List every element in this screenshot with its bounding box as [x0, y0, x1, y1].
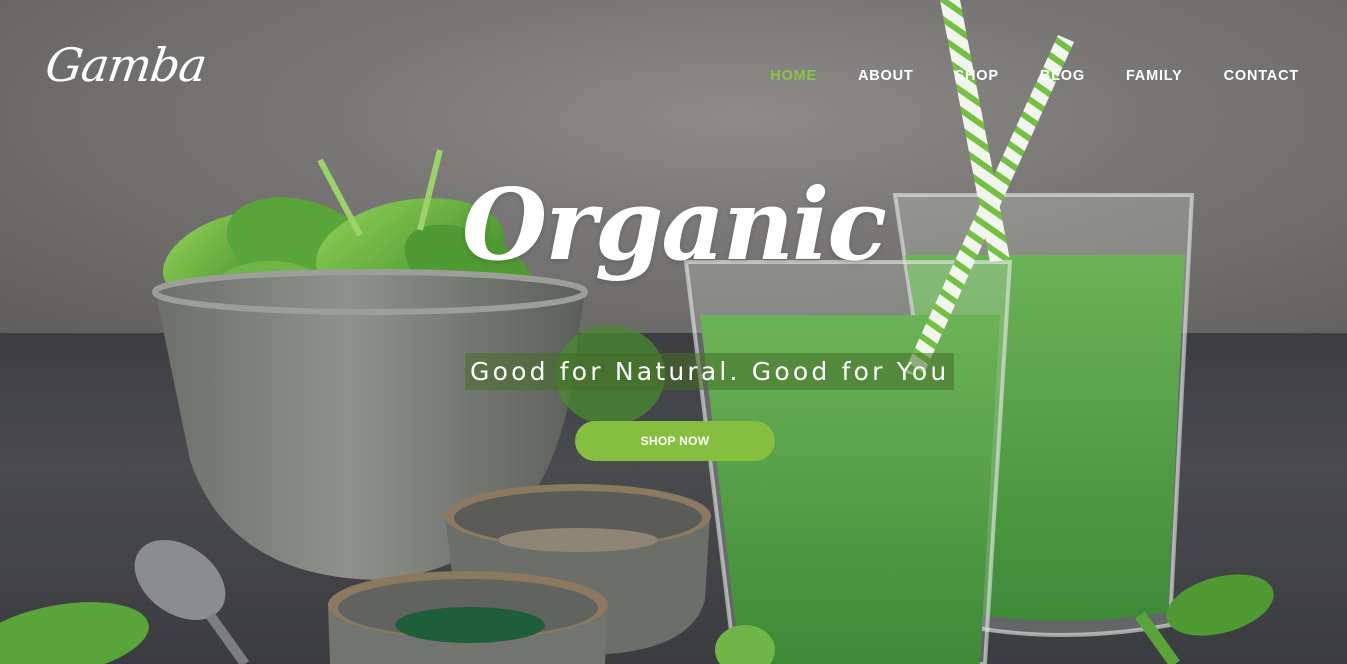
nav-item-shop[interactable]: SHOP	[955, 68, 999, 84]
shop-now-button[interactable]: SHOP NOW	[575, 421, 775, 461]
hero-section: Gamba HOME ABOUT SHOP BLOG FAMILY CONTAC…	[0, 0, 1347, 664]
nav-item-contact[interactable]: CONTACT	[1224, 68, 1299, 84]
hero-tagline: Good for Natural. Good for You	[465, 353, 955, 390]
hero-headline: Organic	[461, 168, 887, 283]
nav-item-home[interactable]: HOME	[770, 68, 817, 84]
hero-background-image	[0, 0, 1274, 664]
nav-item-family[interactable]: FAMILY	[1126, 68, 1183, 84]
nav-item-blog[interactable]: BLOG	[1040, 68, 1085, 84]
front-smoothie-glass	[683, 260, 1013, 664]
powder-bowl	[328, 571, 608, 664]
brand-logo[interactable]: Gamba	[42, 38, 209, 92]
nav-item-about[interactable]: ABOUT	[858, 68, 914, 84]
main-nav: HOME ABOUT SHOP BLOG FAMILY CONTACT	[729, 68, 1299, 84]
